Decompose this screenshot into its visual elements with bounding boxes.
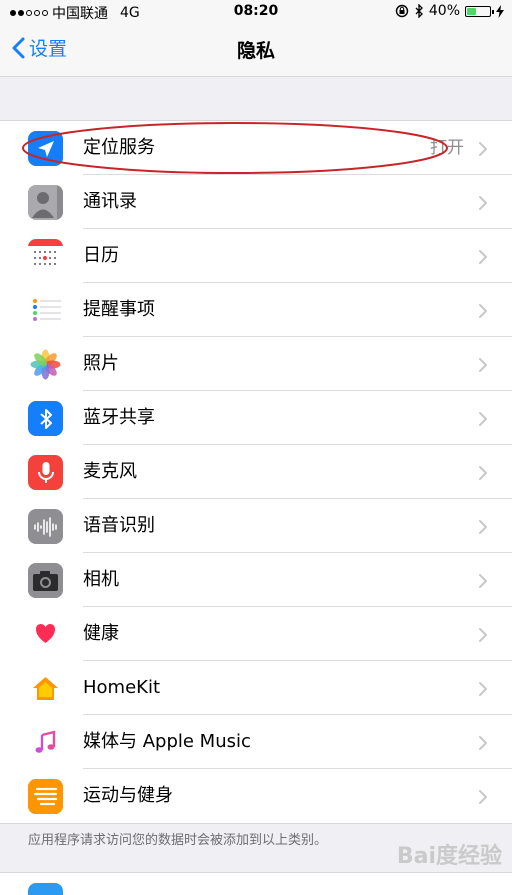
- orientation-lock-icon: [395, 4, 409, 18]
- row-label: 照片: [83, 353, 119, 374]
- bluetooth-icon: [28, 401, 63, 436]
- reminders-icon: [28, 293, 63, 328]
- navigation-bar: 设置 隐私: [0, 22, 512, 77]
- privacy-row-9[interactable]: 健康: [0, 607, 512, 661]
- privacy-row-0[interactable]: 定位服务 打开: [0, 121, 512, 175]
- row-label: 提醒事项: [83, 299, 155, 320]
- privacy-list: 定位服务 打开通讯录日历提醒事项照片蓝牙共享麦克风语音识别相机健康 HomeKit 媒…: [0, 120, 512, 824]
- privacy-row-2[interactable]: 日历: [0, 229, 512, 283]
- status-right: 40%: [395, 3, 504, 19]
- camera-icon: [28, 563, 63, 598]
- row-label: 蓝牙共享: [83, 407, 155, 428]
- row-label: 日历: [83, 245, 119, 266]
- row-label: 通讯录: [83, 191, 137, 212]
- location-arrow-icon: [28, 131, 63, 166]
- homekit-icon: [28, 671, 63, 706]
- chevron-right-icon: [478, 357, 488, 377]
- privacy-row-5[interactable]: 蓝牙共享: [0, 391, 512, 445]
- charging-bolt-icon: [496, 4, 504, 18]
- bluetooth-status-icon: [415, 4, 423, 18]
- chevron-right-icon: [478, 789, 488, 809]
- privacy-row-10[interactable]: HomeKit: [0, 661, 512, 715]
- row-label: 定位服务: [83, 137, 155, 158]
- microphone-icon: [28, 455, 63, 490]
- motion-fitness-icon: [28, 779, 63, 814]
- row-label: 媒体与 Apple Music: [83, 731, 251, 752]
- chevron-right-icon: [478, 465, 488, 485]
- privacy-row-12[interactable]: 运动与健身: [0, 769, 512, 823]
- music-note-icon: [28, 725, 63, 760]
- privacy-row-6[interactable]: 麦克风: [0, 445, 512, 499]
- privacy-row-11[interactable]: 媒体与 Apple Music: [0, 715, 512, 769]
- footer-note: 应用程序请求访问您的数据时会被添加到以上类别。: [28, 833, 328, 848]
- chevron-right-icon: [478, 195, 488, 215]
- watermark-logo: Bai度经验: [396, 844, 502, 869]
- row-label: 语音识别: [83, 515, 155, 536]
- next-section-partial: [0, 872, 512, 895]
- row-label: HomeKit: [83, 677, 161, 698]
- calendar-icon: [28, 239, 63, 274]
- privacy-row-8[interactable]: 相机: [0, 553, 512, 607]
- chevron-right-icon: [478, 573, 488, 593]
- row-label: 运动与健身: [83, 785, 173, 806]
- privacy-row-3[interactable]: 提醒事项: [0, 283, 512, 337]
- privacy-row-4[interactable]: 照片: [0, 337, 512, 391]
- row-label: 麦克风: [83, 461, 137, 482]
- contacts-icon: [28, 185, 63, 220]
- chevron-right-icon: [478, 141, 488, 161]
- privacy-row-1[interactable]: 通讯录: [0, 175, 512, 229]
- health-heart-icon: [28, 617, 63, 652]
- chevron-right-icon: [478, 681, 488, 701]
- row-value: 打开: [430, 138, 464, 158]
- photos-icon: [28, 347, 63, 382]
- status-bar: 中国联通 4G 08:20 40%: [0, 0, 512, 22]
- speech-recognition-icon: [28, 509, 63, 544]
- chevron-right-icon: [478, 303, 488, 323]
- chevron-right-icon: [478, 411, 488, 431]
- partial-app-icon: [28, 883, 63, 895]
- row-label: 相机: [83, 569, 119, 590]
- page-title: 隐私: [236, 40, 275, 62]
- battery-percent: 40%: [428, 3, 460, 19]
- chevron-right-icon: [478, 627, 488, 647]
- battery-icon: [465, 5, 494, 17]
- chevron-right-icon: [478, 249, 488, 269]
- privacy-row-7[interactable]: 语音识别: [0, 499, 512, 553]
- row-label: 健康: [83, 623, 119, 644]
- chevron-right-icon: [478, 519, 488, 539]
- chevron-right-icon: [478, 735, 488, 755]
